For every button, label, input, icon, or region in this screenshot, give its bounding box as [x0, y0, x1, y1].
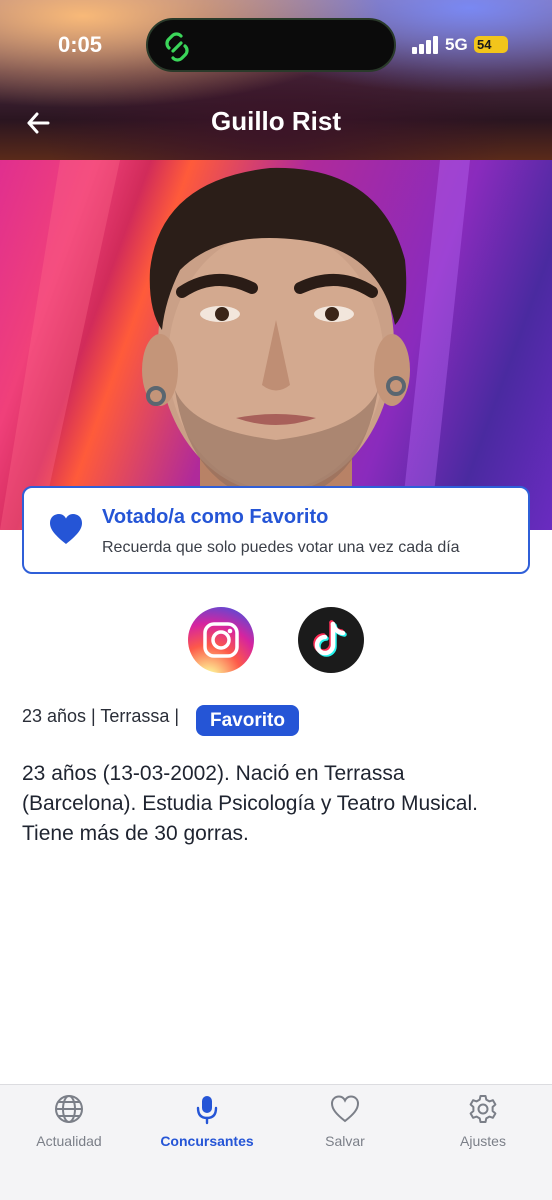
battery-icon: 54 [474, 36, 508, 53]
globe-icon [55, 1095, 83, 1123]
battery-level: 54 [477, 37, 492, 52]
contestant-photo [0, 160, 552, 530]
status-time: 0:05 [58, 32, 103, 57]
tab-bar: Actualidad Concursantes Salvar Ajustes [0, 1084, 552, 1200]
favorite-subtitle: Recuerda que solo puedes votar una vez c… [102, 539, 460, 556]
tab-label-concursantes: Concursantes [160, 1133, 254, 1149]
heart-filled-icon [50, 514, 82, 544]
tab-salvar[interactable]: Salvar [276, 1093, 414, 1163]
page-title: Guillo Rist [211, 106, 341, 136]
header: 0:05 5G 54 Guillo Rist [0, 0, 552, 160]
tab-concursantes[interactable]: Concursantes [138, 1093, 276, 1163]
status-badge: Favorito [196, 705, 299, 736]
link-icon [165, 32, 189, 62]
tab-label-actualidad: Actualidad [36, 1133, 102, 1149]
instagram-icon [203, 622, 239, 658]
status-bar: 0:05 5G 54 [0, 0, 552, 90]
network-type: 5G [445, 35, 468, 54]
tab-ajustes[interactable]: Ajustes [414, 1093, 552, 1163]
dynamic-island [146, 18, 396, 72]
portrait-illustration [0, 160, 470, 530]
tab-label-ajustes: Ajustes [460, 1133, 506, 1149]
microphone-icon [196, 1096, 218, 1125]
signal-icon [412, 36, 438, 54]
tiktok-icon [313, 620, 347, 657]
tab-label-salvar: Salvar [325, 1133, 365, 1149]
favorite-vote-card: Votado/a como Favorito Recuerda que solo… [22, 486, 530, 574]
tab-actualidad[interactable]: Actualidad [0, 1093, 138, 1163]
tiktok-button[interactable] [298, 607, 364, 673]
nav-bar: Guillo Rist [0, 90, 552, 156]
contestant-meta: 23 años | Terrassa | [22, 706, 180, 726]
heart-outline-icon [330, 1095, 360, 1123]
instagram-button[interactable] [188, 607, 254, 673]
gear-icon [469, 1095, 497, 1123]
favorite-title: Votado/a como Favorito [102, 506, 329, 528]
contestant-bio: 23 años (13-03-2002). Nació en Terrassa … [22, 762, 478, 845]
